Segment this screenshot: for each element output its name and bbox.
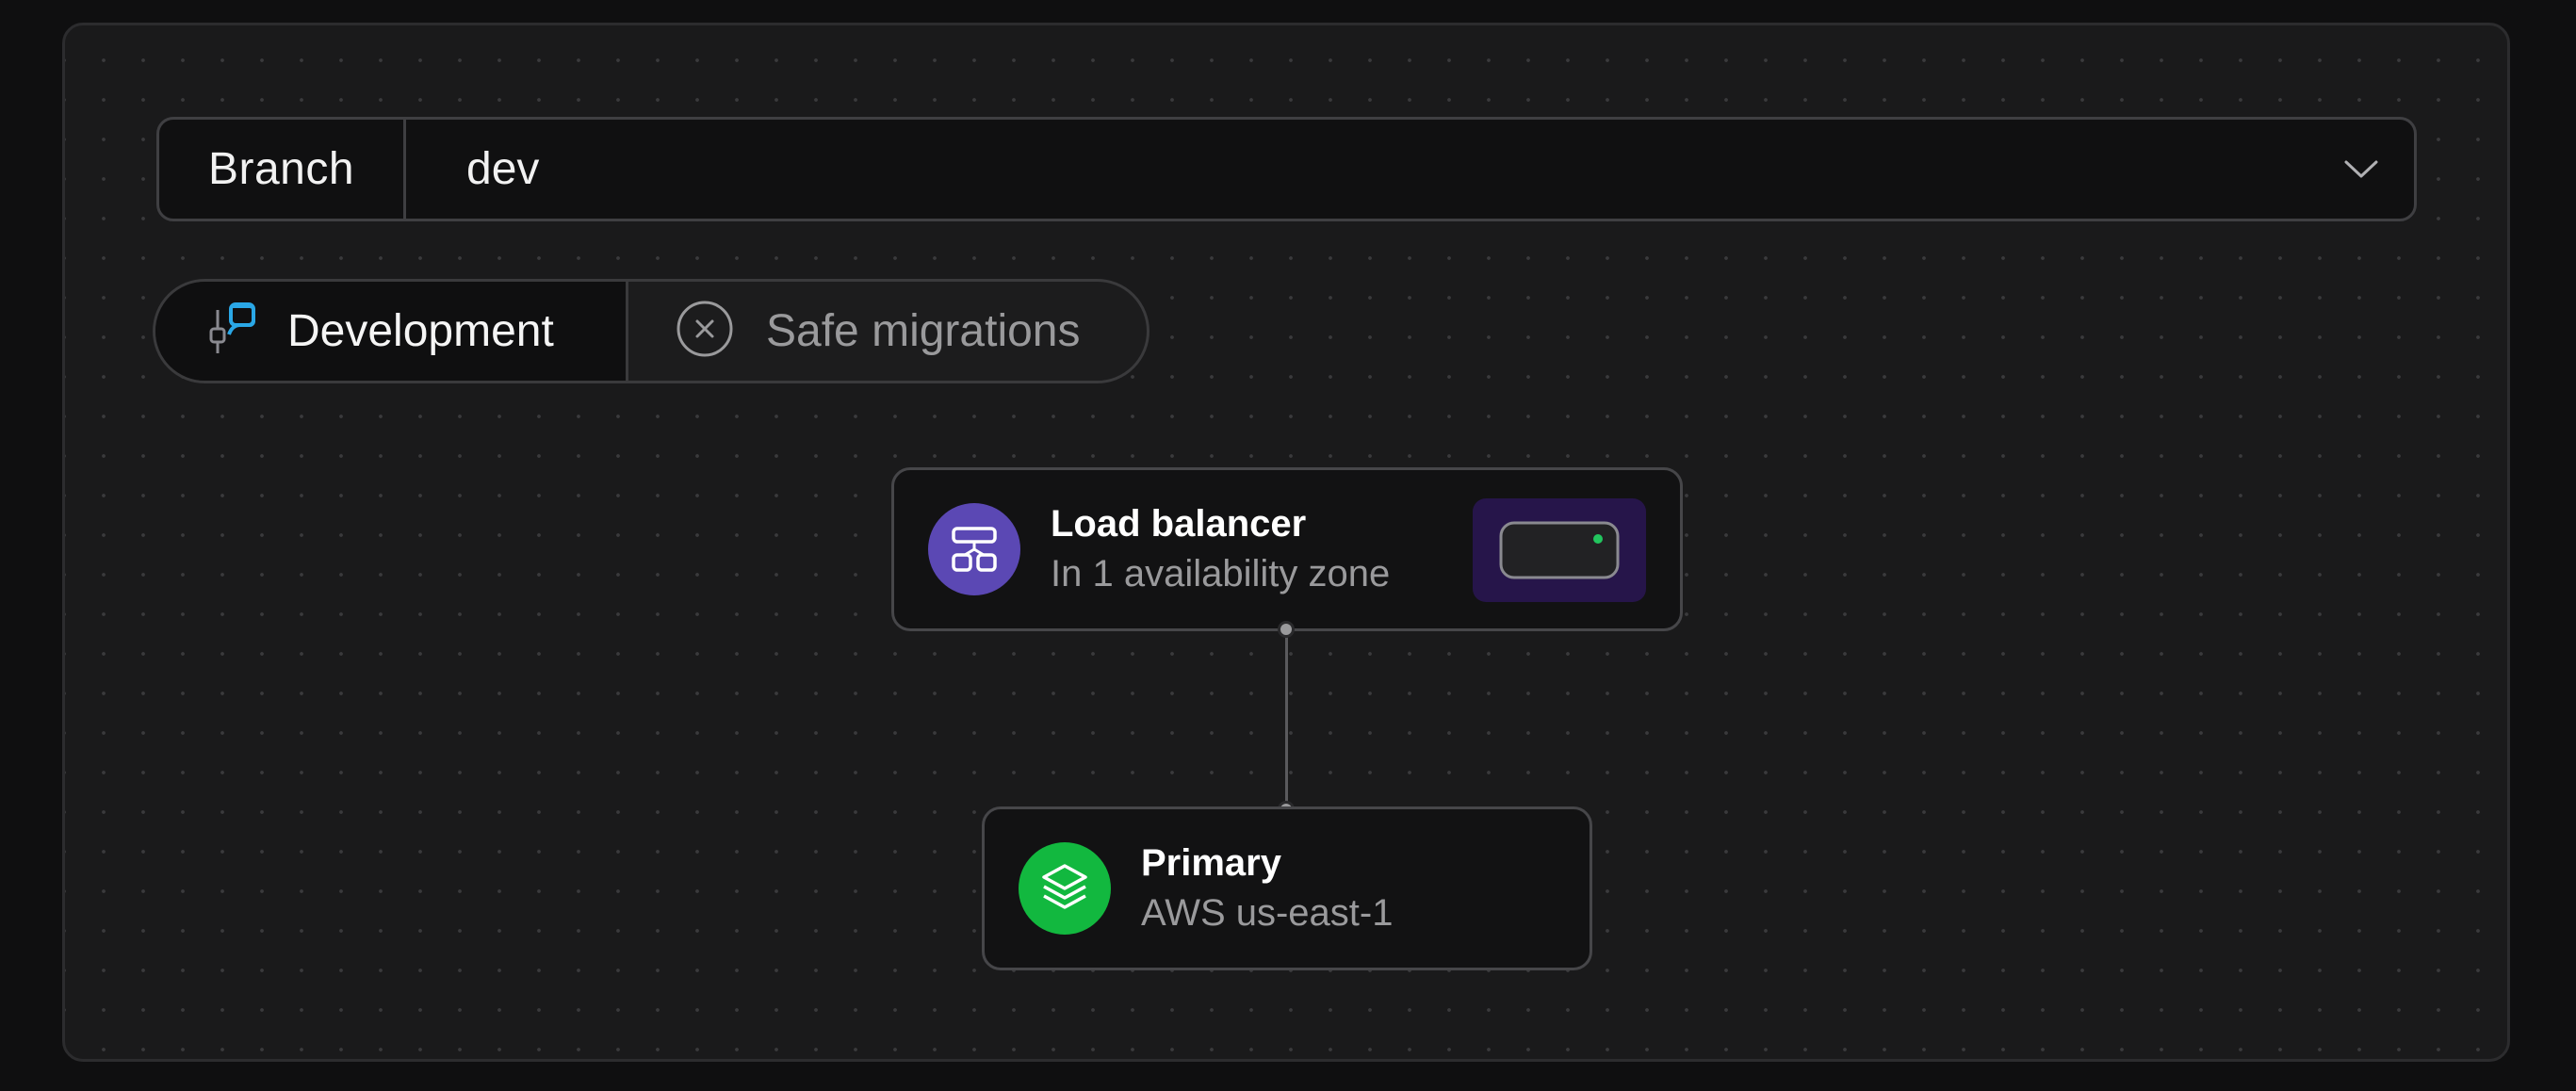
load-balancer-node[interactable]: Load balancer In 1 availability zone [891, 467, 1683, 631]
development-branch-icon [206, 301, 259, 362]
primary-node[interactable]: Primary AWS us-east-1 [982, 806, 1592, 970]
safe-migrations-pill[interactable]: Safe migrations [628, 282, 1147, 381]
load-balancer-subtitle: In 1 availability zone [1051, 553, 1391, 594]
chevron-down-icon[interactable] [2308, 120, 2414, 219]
branch-tags: Development Safe migrations [153, 279, 1149, 383]
development-label: Development [287, 306, 554, 356]
load-balancer-icon [928, 503, 1020, 595]
branch-label: Branch [159, 120, 406, 219]
primary-title: Primary [1141, 842, 1281, 884]
safe-migrations-label: Safe migrations [766, 306, 1081, 356]
status-indicator-icon [1473, 498, 1646, 602]
branch-value[interactable]: dev [406, 143, 2308, 195]
layers-icon [1019, 842, 1111, 935]
close-circle-icon [676, 300, 734, 363]
development-pill[interactable]: Development [155, 282, 628, 381]
primary-subtitle: AWS us-east-1 [1141, 892, 1394, 934]
load-balancer-title: Load balancer [1051, 503, 1307, 545]
node-connector [1285, 629, 1288, 810]
connector-handle-top[interactable] [1278, 621, 1295, 638]
branch-select[interactable]: Branch dev [156, 117, 2417, 221]
